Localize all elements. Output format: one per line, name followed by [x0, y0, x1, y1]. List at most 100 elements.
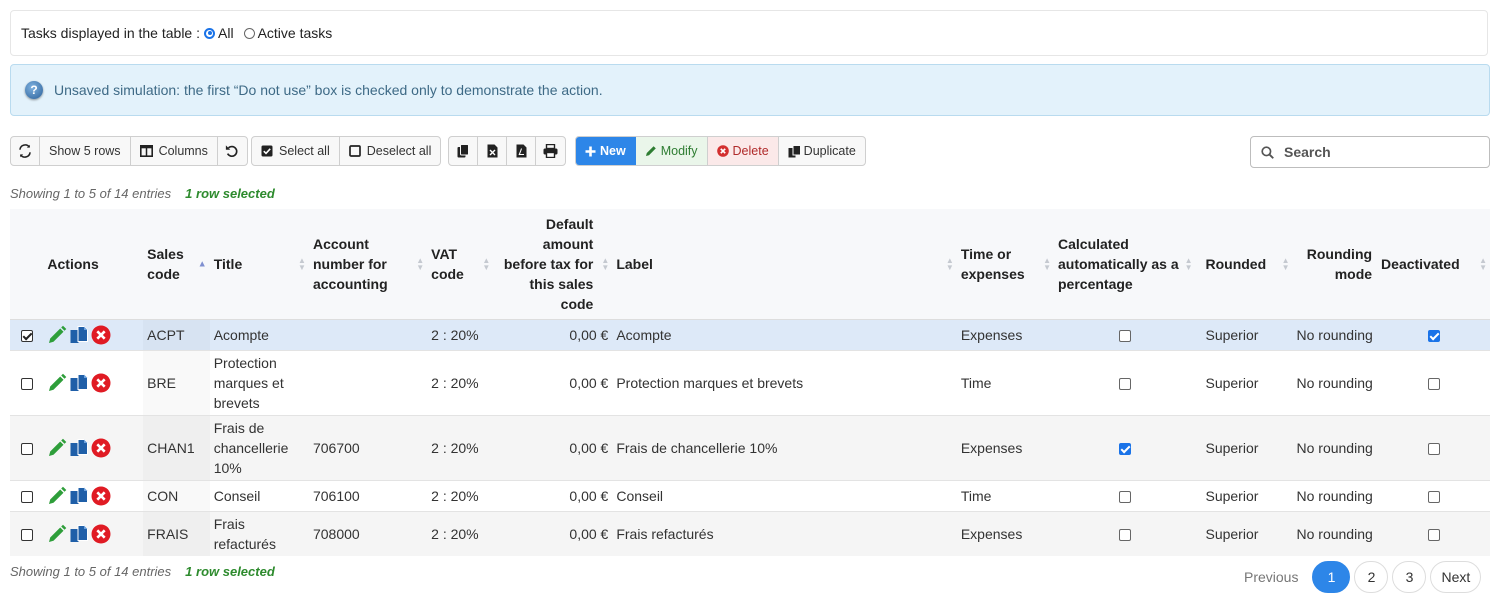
header-sales-code[interactable]: Sales code ▲: [143, 209, 210, 320]
edit-pencil-icon[interactable]: [47, 325, 67, 345]
page-button-1[interactable]: 1: [1312, 561, 1351, 593]
deactivated-checkbox[interactable]: [1427, 442, 1440, 455]
radio-active-tasks[interactable]: [243, 27, 255, 39]
pdf-export-button[interactable]: [507, 137, 536, 165]
cell-rounded: Superior: [1195, 414, 1293, 480]
page-button-2[interactable]: 2: [1354, 561, 1389, 593]
table-row[interactable]: FRAIS Frais refacturés 708000 2 : 20% 0,00 €…: [10, 510, 1490, 556]
next-page-button[interactable]: Next: [1430, 561, 1482, 593]
row-select-cell[interactable]: [10, 414, 44, 480]
new-button[interactable]: New: [576, 137, 636, 165]
cell-amount: 0,00 €: [493, 414, 613, 480]
delete-circle-icon[interactable]: [91, 524, 111, 544]
header-default-amount[interactable]: Default amount before tax for this sales…: [493, 209, 613, 320]
edit-pencil-icon[interactable]: [47, 373, 67, 393]
cell-rounding-mode: No rounding: [1292, 318, 1378, 350]
excel-export-button[interactable]: [478, 137, 507, 165]
sort-asc-icon: ▲: [197, 258, 207, 269]
row-select-cell[interactable]: [10, 479, 44, 511]
header-vat[interactable]: VAT code ▲ ▼: [427, 209, 494, 320]
calculated-percentage-checkbox[interactable]: [1118, 442, 1131, 455]
deactivated-checkbox[interactable]: [1427, 329, 1440, 342]
duplicate-icon[interactable]: [69, 524, 89, 544]
pencil-icon: [645, 146, 656, 156]
row-select-checkbox[interactable]: [20, 490, 33, 503]
delete-button[interactable]: Delete: [707, 137, 779, 165]
copy-button[interactable]: [449, 137, 478, 165]
refresh-button[interactable]: [11, 137, 40, 165]
calculated-percentage-checkbox[interactable]: [1118, 329, 1131, 342]
calculated-percentage-checkbox[interactable]: [1118, 490, 1131, 503]
duplicate-icon[interactable]: [69, 373, 89, 393]
row-actions: [43, 414, 144, 480]
header-account[interactable]: Account number for accounting ▲ ▼: [308, 209, 428, 320]
help-icon: ?: [25, 81, 43, 99]
header-title[interactable]: Title ▲ ▼: [209, 209, 309, 320]
cell-calculated-percentage[interactable]: [1054, 510, 1196, 556]
row-select-checkbox[interactable]: [20, 529, 33, 542]
cell-calculated-percentage[interactable]: [1054, 414, 1196, 480]
excel-icon: [487, 144, 497, 158]
reset-button[interactable]: [218, 137, 247, 165]
previous-page-button[interactable]: Previous: [1234, 561, 1308, 593]
header-deactivated[interactable]: Deactivated ▲ ▼: [1377, 209, 1490, 320]
delete-circle-icon[interactable]: [91, 486, 111, 506]
notice-text: Unsaved simulation: the first “Do not us…: [54, 82, 603, 98]
duplicate-icon[interactable]: [69, 325, 89, 345]
cell-deactivated[interactable]: [1377, 414, 1490, 480]
radio-all[interactable]: [204, 27, 215, 39]
filter-option-active[interactable]: Active tasks: [240, 25, 332, 41]
table-row[interactable]: ACPT Acompte 2 : 20% 0,00 € Acompte Expenses S…: [10, 318, 1490, 350]
cell-calculated-percentage[interactable]: [1054, 349, 1196, 415]
show-rows-button[interactable]: Show 5 rows: [40, 137, 131, 165]
cell-deactivated[interactable]: [1377, 349, 1490, 415]
deselect-all-button[interactable]: Deselect all: [340, 137, 441, 165]
columns-button[interactable]: Columns: [131, 137, 218, 165]
duplicate-button[interactable]: Duplicate: [779, 137, 865, 165]
row-select-cell[interactable]: [10, 349, 44, 415]
header-time-expenses[interactable]: Time or expenses ▲ ▼: [956, 209, 1054, 320]
table-row[interactable]: CHAN1 Frais de chancellerie 10% 706700 2 : …: [10, 414, 1490, 480]
edit-pencil-icon[interactable]: [47, 438, 67, 458]
header-rounding-mode[interactable]: Rounding mode: [1292, 209, 1378, 320]
header-label[interactable]: Label ▲ ▼: [612, 209, 957, 320]
edit-pencil-icon[interactable]: [47, 524, 67, 544]
delete-circle-icon[interactable]: [91, 373, 111, 393]
edit-pencil-icon[interactable]: [47, 486, 67, 506]
row-select-cell[interactable]: [10, 318, 44, 350]
cell-deactivated[interactable]: [1377, 318, 1490, 350]
table-row[interactable]: CON Conseil 706100 2 : 20% 0,00 € Conseil Time…: [10, 479, 1490, 511]
cell-deactivated[interactable]: [1377, 510, 1490, 556]
delete-circle-icon[interactable]: [91, 325, 111, 345]
cell-deactivated[interactable]: [1377, 479, 1490, 511]
filter-option-all[interactable]: All: [200, 25, 234, 41]
cell-sales-code: CON: [143, 479, 210, 511]
row-select-checkbox[interactable]: [20, 329, 33, 342]
row-select-checkbox[interactable]: [20, 442, 33, 455]
deactivated-checkbox[interactable]: [1427, 529, 1440, 542]
page-button-3[interactable]: 3: [1392, 561, 1427, 593]
calculated-percentage-checkbox[interactable]: [1118, 529, 1131, 542]
search-icon: [1261, 145, 1274, 159]
row-select-checkbox[interactable]: [20, 377, 33, 390]
duplicate-icon[interactable]: [69, 438, 89, 458]
header-rounded[interactable]: Rounded ▲ ▼: [1195, 209, 1293, 320]
row-select-cell[interactable]: [10, 510, 44, 556]
table-header-row: Actions Sales code ▲ Title ▲ ▼ Account numb…: [10, 209, 1490, 320]
table-row[interactable]: BRE Protection marques et brevets 2 : 20% 0…: [10, 349, 1490, 415]
header-calculated-percentage[interactable]: Calculated automatically as a percentage…: [1054, 209, 1196, 320]
delete-circle-icon[interactable]: [91, 438, 111, 458]
cell-label: Frais de chancellerie 10%: [612, 414, 957, 480]
cell-calculated-percentage[interactable]: [1054, 479, 1196, 511]
select-all-button[interactable]: Select all: [252, 137, 340, 165]
duplicate-icon[interactable]: [69, 486, 89, 506]
search-input[interactable]: [1282, 143, 1476, 161]
deactivated-checkbox[interactable]: [1427, 490, 1440, 503]
modify-button[interactable]: Modify: [635, 137, 708, 165]
calculated-percentage-checkbox[interactable]: [1118, 377, 1131, 390]
search-field[interactable]: [1250, 136, 1490, 168]
print-button[interactable]: [536, 137, 565, 165]
deactivated-checkbox[interactable]: [1427, 377, 1440, 390]
cell-time-expenses: Expenses: [956, 510, 1054, 556]
cell-calculated-percentage[interactable]: [1054, 318, 1196, 350]
